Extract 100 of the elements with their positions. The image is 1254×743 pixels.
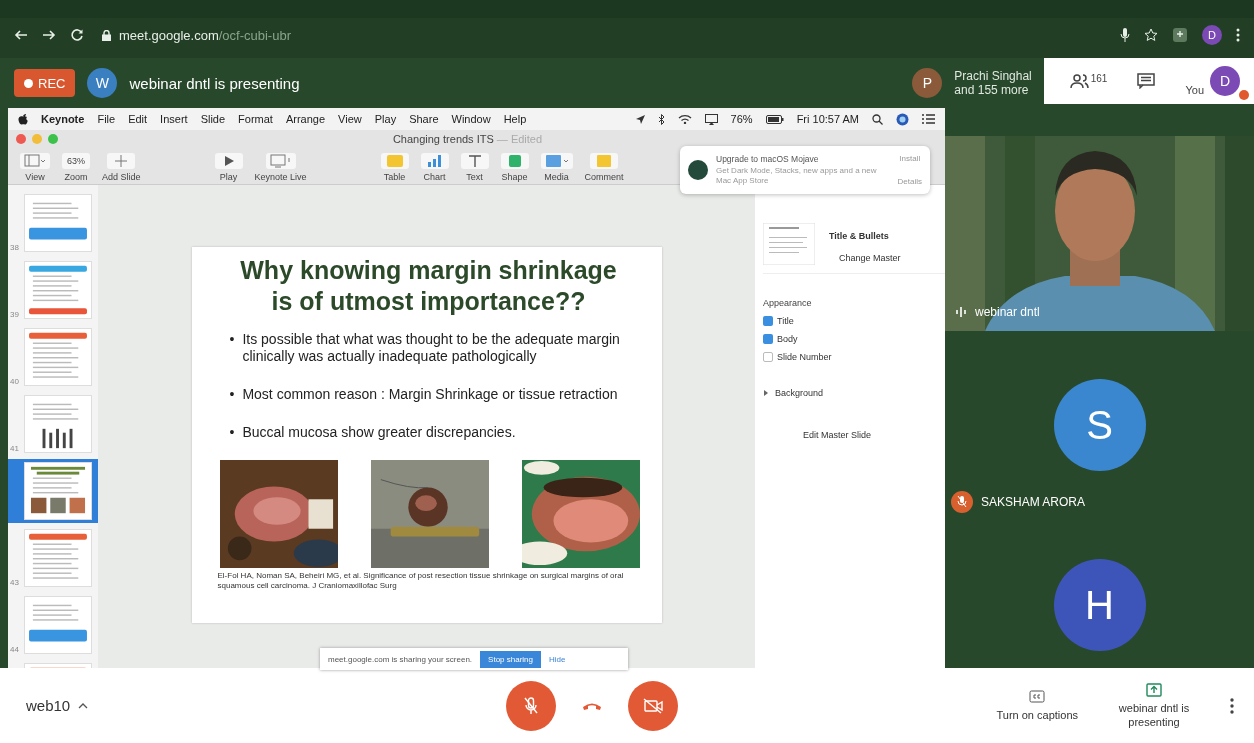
menu-icon[interactable] — [1236, 28, 1240, 42]
toolbar-button[interactable]: Table — [376, 153, 413, 182]
menu-item[interactable]: File — [97, 113, 116, 125]
lock-icon — [102, 29, 111, 41]
chart-icon — [420, 153, 449, 169]
participant-name: Prachi Singhal — [954, 69, 1032, 83]
participant-more: and 155 more — [954, 83, 1030, 97]
section-heading: Appearance — [763, 298, 813, 308]
stop-sharing-button[interactable]: Stop sharing — [480, 650, 541, 668]
menu-item[interactable]: Play — [374, 113, 397, 125]
menu-item[interactable]: Window — [451, 113, 491, 125]
notification-title: Upgrade to macOS Mojave — [716, 154, 820, 164]
presenter-avatar: W — [87, 68, 118, 98]
slide-thumbnail[interactable] — [24, 596, 92, 654]
layout-name: Title & Bullets — [829, 231, 890, 241]
captions-button[interactable]: Turn on captions — [996, 690, 1078, 721]
captions-icon — [1029, 690, 1046, 703]
background-disclosure[interactable]: Background — [763, 388, 945, 398]
slide-thumbnail[interactable] — [24, 261, 92, 319]
toolbar-button[interactable]: Keynote Live — [250, 153, 311, 182]
bullet-text: Buccal mucosa show greater discrepancies. — [242, 424, 517, 441]
live-icon — [265, 153, 296, 169]
slide-thumbnail[interactable] — [24, 529, 92, 587]
checkbox[interactable] — [763, 316, 773, 326]
people-icon — [1069, 73, 1090, 89]
slide-title: Why knowing margin shrinkage is of utmost importance?? — [239, 255, 618, 317]
menu-clock: Fri 10:57 AM — [796, 113, 859, 125]
view-icon — [20, 153, 50, 169]
record-button[interactable]: REC — [14, 69, 76, 97]
bullet-marker: • — [229, 386, 235, 403]
menu-item[interactable]: Edit — [128, 113, 148, 125]
chat-icon[interactable] — [1137, 73, 1156, 89]
toolbar-button[interactable]: Text — [456, 153, 493, 182]
hide-button[interactable]: Hide — [549, 654, 566, 664]
toolbar-button[interactable]: Shape — [496, 153, 533, 182]
toolbar-button[interactable]: Chart — [416, 153, 453, 182]
option-label: Slide Number — [777, 352, 832, 362]
menu-item[interactable]: View — [338, 113, 362, 125]
toolbar-button[interactable]: 63% Zoom — [58, 153, 94, 182]
checkbox[interactable] — [763, 334, 773, 344]
wifi-icon — [677, 114, 692, 124]
slide-thumbnail[interactable] — [24, 194, 92, 252]
change-master-button[interactable]: Change Master — [839, 253, 901, 263]
slide-number: 40 — [10, 377, 20, 386]
menu-item[interactable]: Format — [238, 113, 273, 125]
menu-item[interactable]: Arrange — [285, 113, 326, 125]
people-button[interactable]: 161 — [1069, 73, 1108, 89]
menu-item[interactable]: Share — [409, 113, 439, 125]
star-icon[interactable] — [1144, 28, 1158, 42]
menu-item[interactable]: Slide — [200, 113, 226, 125]
participant-name: webinar dntl — [975, 305, 1040, 319]
mic-off-icon — [524, 696, 539, 715]
address-field[interactable]: meet.google.com/ocf-cubi-ubr — [98, 25, 1106, 45]
profile-avatar[interactable]: D — [1202, 25, 1222, 45]
checkbox[interactable] — [763, 352, 773, 362]
list-icon[interactable] — [922, 114, 935, 124]
slide-thumbnail[interactable] — [24, 328, 92, 386]
table-icon — [380, 153, 409, 169]
search-icon[interactable] — [872, 113, 883, 125]
toolbar-button[interactable]: Media — [536, 153, 577, 182]
siri-icon[interactable] — [896, 112, 909, 126]
slide-thumbnail[interactable] — [24, 462, 92, 520]
screen-mirror-icon — [704, 113, 718, 125]
microphone-icon[interactable] — [1120, 28, 1130, 42]
self-avatar[interactable]: D — [1210, 66, 1240, 96]
edit-master-button[interactable]: Edit Master Slide — [803, 430, 872, 440]
option-label: Body — [777, 334, 798, 344]
presenting-button[interactable]: webinar dntl is presenting — [1118, 682, 1190, 729]
participant-name: SAKSHAM ARORA — [981, 495, 1086, 509]
forward-icon[interactable] — [42, 28, 56, 42]
apple-icon[interactable] — [18, 113, 28, 125]
close-button[interactable] — [16, 134, 26, 144]
bluetooth-icon — [657, 113, 665, 125]
toolbar-button[interactable]: Add Slide — [98, 153, 145, 182]
toolbar-button[interactable]: View — [16, 153, 54, 182]
participant-avatar: H — [1053, 559, 1146, 651]
menu-item[interactable]: Help — [503, 113, 527, 125]
sharing-message: meet.google.com is sharing your screen. — [328, 654, 473, 664]
meeting-details-button[interactable]: web10 — [26, 697, 89, 714]
app-icon — [688, 160, 708, 180]
slide-number: 43 — [10, 578, 20, 587]
reload-icon[interactable] — [70, 28, 84, 42]
media-icon — [540, 153, 573, 169]
more-options-icon[interactable] — [1230, 697, 1234, 714]
slide-number: 38 — [10, 243, 20, 252]
self-label: You — [1185, 84, 1204, 96]
option-label: Title — [777, 316, 794, 326]
toolbar-button[interactable]: Play — [210, 153, 247, 182]
bullet-marker: • — [229, 331, 235, 349]
slide-thumbnail[interactable] — [24, 395, 92, 453]
location-icon — [635, 114, 645, 124]
extension-icon[interactable] — [1172, 27, 1188, 43]
bullet-text: Most common reason : Margin Shrinkage or tissue retraction — [242, 386, 619, 403]
citation: El-Fol HA, Noman SA, Beheiri MG, et al. Significance of post resection tissue shrinkage on surgical margins of oral squamous cell carcinoma. J Craniomaxillofac Surg — [217, 571, 625, 591]
menu-item[interactable]: Insert — [160, 113, 188, 125]
back-icon[interactable] — [14, 28, 28, 42]
menu-item[interactable]: Keynote — [41, 113, 85, 125]
slide-number: 41 — [10, 444, 20, 453]
layout-thumbnail[interactable] — [763, 223, 815, 265]
toolbar-button[interactable]: Comment — [580, 153, 628, 182]
